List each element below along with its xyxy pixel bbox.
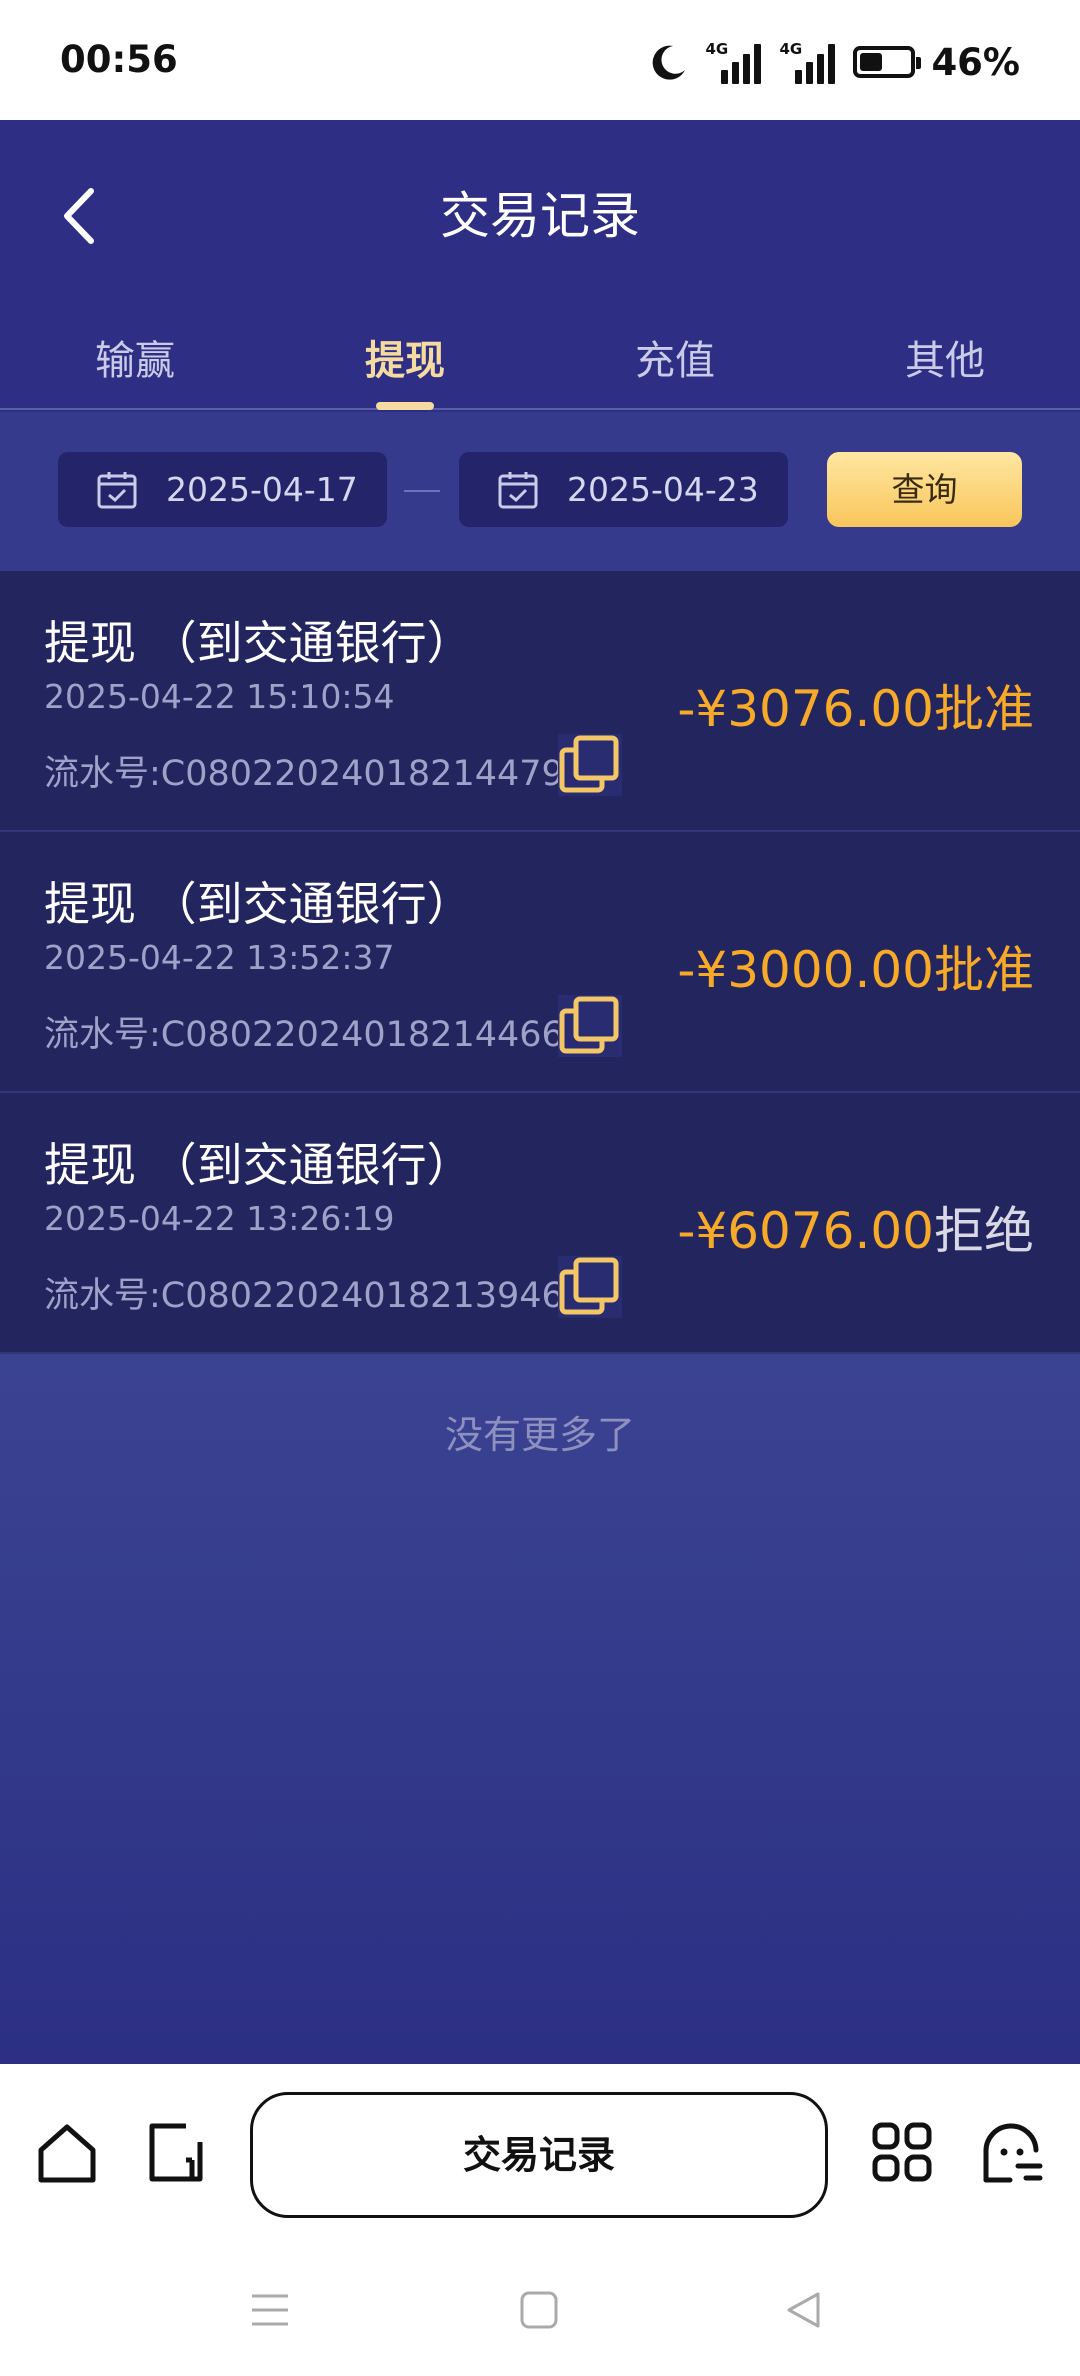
- signal-icon-2: 4G: [779, 40, 837, 84]
- battery-percent: 46%: [931, 40, 1020, 84]
- tab-win-loss[interactable]: 输赢: [0, 320, 270, 410]
- status-icons: 4G 4G 46%: [649, 38, 1020, 86]
- query-button[interactable]: 查询: [827, 452, 1022, 527]
- record-status: 批准: [934, 680, 1034, 738]
- current-page-pill[interactable]: 交易记录: [250, 2092, 828, 2218]
- record-status: 拒绝: [934, 1202, 1034, 1260]
- record-list: 提现 （到交通银行） 2025-04-22 15:10:54 流水号:C0802…: [0, 571, 1080, 1354]
- signal-icon-1: 4G: [705, 40, 763, 84]
- tab-active-indicator: [376, 402, 434, 410]
- list-item[interactable]: 提现 （到交通银行） 2025-04-22 15:10:54 流水号:C0802…: [0, 571, 1080, 832]
- copy-icon[interactable]: [558, 1256, 622, 1318]
- app-screen: 交易记录 输赢 提现 充值 其他 2025-04-17 2025-04-23 查…: [0, 120, 1080, 2064]
- no-more-text: 没有更多了: [444, 1413, 635, 1457]
- calendar-check-icon: [498, 471, 538, 508]
- record-time: 2025-04-22 13:26:19: [44, 1199, 395, 1238]
- record-time: 2025-04-22 13:52:37: [44, 938, 395, 977]
- tab-withdraw[interactable]: 提现: [270, 320, 540, 410]
- bottom-nav: 交易记录: [0, 2064, 1080, 2376]
- tab-switch-icon[interactable]: [146, 2122, 206, 2184]
- start-date-picker[interactable]: 2025-04-17: [58, 452, 387, 527]
- record-time: 2025-04-22 15:10:54: [44, 677, 395, 716]
- do-not-disturb-icon: [653, 45, 686, 80]
- page-title: 交易记录: [440, 187, 640, 245]
- start-date-value: 2025-04-17: [166, 470, 358, 509]
- copy-icon[interactable]: [558, 995, 622, 1057]
- status-bar: 00:56 4G 4G 46%: [0, 0, 1080, 120]
- chat-bot-icon[interactable]: [982, 2122, 1044, 2184]
- apps-grid-icon[interactable]: [872, 2122, 932, 2182]
- record-title: 提现 （到交通银行）: [44, 877, 473, 931]
- record-serial: 流水号:C080220240182139464: [44, 1276, 587, 1316]
- record-serial: 流水号:C080220240182144666: [44, 1015, 587, 1055]
- record-title: 提现 （到交通银行）: [44, 1138, 473, 1192]
- menu-icon[interactable]: [250, 2292, 290, 2328]
- record-amount: -¥6076.00拒绝: [677, 1202, 1034, 1260]
- status-time: 00:56: [60, 38, 178, 81]
- list-item[interactable]: 提现 （到交通银行） 2025-04-22 13:52:37 流水号:C0802…: [0, 832, 1080, 1093]
- record-amount: -¥3076.00批准: [677, 680, 1034, 738]
- tab-bar: 输赢 提现 充值 其他: [0, 320, 1080, 410]
- date-filter: 2025-04-17 2025-04-23 查询: [0, 412, 1080, 571]
- list-item[interactable]: 提现 （到交通银行） 2025-04-22 13:26:19 流水号:C0802…: [0, 1093, 1080, 1354]
- end-date-value: 2025-04-23: [567, 470, 759, 509]
- record-title: 提现 （到交通银行）: [44, 616, 473, 670]
- back-triangle-icon[interactable]: [784, 2290, 824, 2330]
- record-status: 批准: [934, 941, 1034, 999]
- record-serial: 流水号:C080220240182144795: [44, 754, 587, 794]
- battery-icon: [853, 46, 922, 78]
- home-square-icon[interactable]: [519, 2290, 559, 2330]
- home-icon[interactable]: [36, 2122, 98, 2186]
- record-amount: -¥3000.00批准: [677, 941, 1034, 999]
- tab-other[interactable]: 其他: [810, 320, 1080, 410]
- date-range-separator: [404, 490, 440, 492]
- calendar-check-icon: [97, 471, 137, 508]
- tab-recharge[interactable]: 充值: [540, 320, 810, 410]
- copy-icon[interactable]: [558, 734, 622, 796]
- end-date-picker[interactable]: 2025-04-23: [459, 452, 788, 527]
- header: 交易记录 输赢 提现 充值 其他: [0, 120, 1080, 410]
